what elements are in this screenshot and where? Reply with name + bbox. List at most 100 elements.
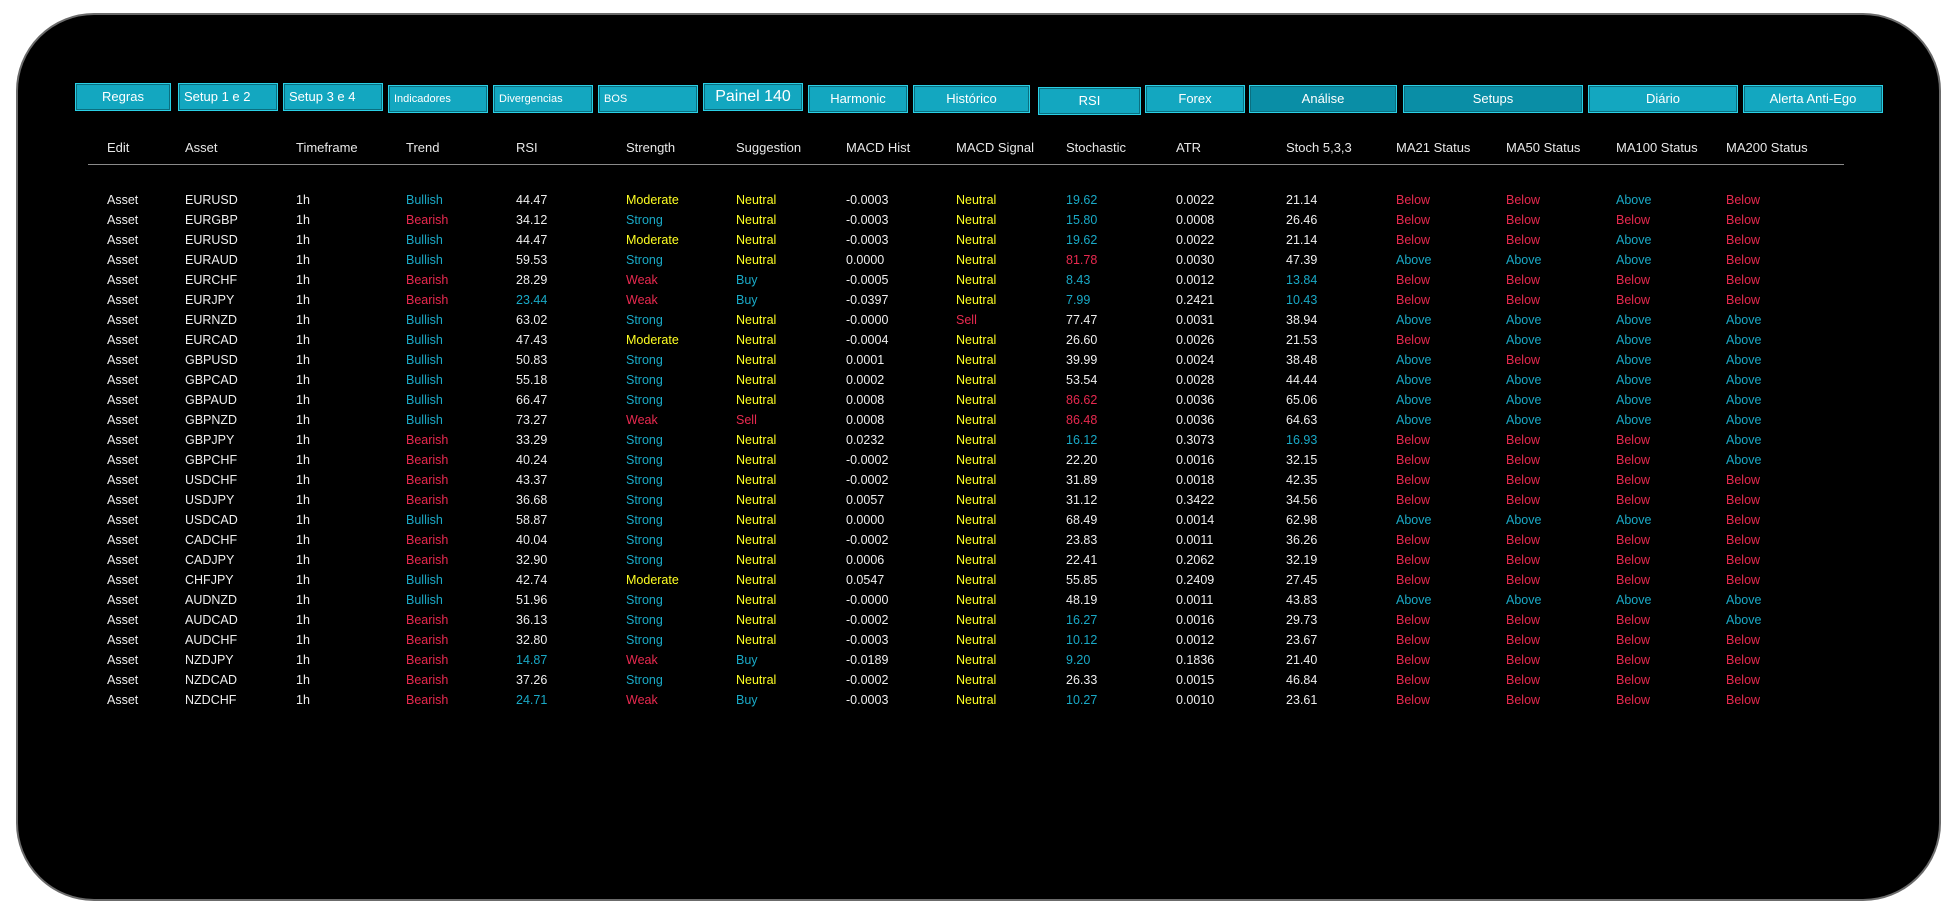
cell-edit[interactable]: Asset [107,453,138,467]
tab-historico[interactable]: Histórico [913,85,1030,113]
cell-edit[interactable]: Asset [107,693,138,707]
cell-suggestion: Neutral [736,553,777,567]
cell-edit[interactable]: Asset [107,253,138,267]
cell-ma21-status: Below [1396,273,1431,287]
cell-rsi: 23.44 [516,293,548,307]
cell-macd-signal: Neutral [956,533,997,547]
cell-stochastic: 23.83 [1066,533,1098,547]
cell-trend: Bearish [406,433,449,447]
cell-macd-signal: Neutral [956,573,997,587]
cell-edit[interactable]: Asset [107,333,138,347]
tab-alerta-anti-ego[interactable]: Alerta Anti-Ego [1743,85,1883,113]
cell-edit[interactable]: Asset [107,633,138,647]
tab-bos[interactable]: BOS [598,85,698,113]
cell-edit[interactable]: Asset [107,473,138,487]
cell-edit[interactable]: Asset [107,533,138,547]
cell-ma50-status: Above [1506,333,1542,347]
cell-edit[interactable]: Asset [107,393,138,407]
cell-edit[interactable]: Asset [107,573,138,587]
cell-macd-hist: 0.0232 [846,433,885,447]
tab-diario[interactable]: Diário [1588,85,1738,113]
cell-macd-signal: Neutral [956,213,997,227]
column-header-rsi: RSI [516,140,538,155]
tab-forex[interactable]: Forex [1145,85,1245,113]
tab-setup-3-e-4[interactable]: Setup 3 e 4 [283,83,383,111]
cell-macd-hist: 0.0002 [846,373,885,387]
cell-edit[interactable]: Asset [107,513,138,527]
cell-edit[interactable]: Asset [107,653,138,667]
cell-atr: 0.0015 [1176,673,1215,687]
cell-ma50-status: Above [1506,513,1542,527]
cell-edit[interactable]: Asset [107,493,138,507]
cell-ma21-status: Below [1396,193,1431,207]
tab-setups[interactable]: Setups [1403,85,1583,113]
cell-stoch-533: 13.84 [1286,273,1318,287]
cell-trend: Bullish [406,573,443,587]
cell-atr: 0.2062 [1176,553,1215,567]
cell-ma50-status: Above [1506,253,1542,267]
cell-edit[interactable]: Asset [107,293,138,307]
tab-divergencias[interactable]: Divergencias [493,85,593,113]
cell-timeframe: 1h [296,633,310,647]
cell-trend: Bearish [406,473,449,487]
cell-timeframe: 1h [296,253,310,267]
cell-stochastic: 8.43 [1066,273,1091,287]
cell-edit[interactable]: Asset [107,613,138,627]
tab-indicadores[interactable]: Indicadores [388,85,488,113]
cell-macd-hist: 0.0008 [846,413,885,427]
cell-edit[interactable]: Asset [107,553,138,567]
column-header-asset: Asset [185,140,218,155]
cell-atr: 0.0012 [1176,273,1215,287]
cell-ma200-status: Below [1726,533,1761,547]
cell-ma100-status: Below [1616,453,1651,467]
cell-stochastic: 31.12 [1066,493,1098,507]
cell-ma50-status: Below [1506,573,1541,587]
cell-stochastic: 39.99 [1066,353,1098,367]
cell-stoch-533: 10.43 [1286,293,1318,307]
cell-edit[interactable]: Asset [107,213,138,227]
tab-setup-1-e-2[interactable]: Setup 1 e 2 [178,83,278,111]
cell-edit[interactable]: Asset [107,433,138,447]
cell-edit[interactable]: Asset [107,353,138,367]
cell-suggestion: Neutral [736,593,777,607]
cell-ma200-status: Below [1726,293,1761,307]
cell-stoch-533: 65.06 [1286,393,1318,407]
cell-ma200-status: Above [1726,433,1762,447]
tab-painel-140[interactable]: Painel 140 [703,83,803,111]
cell-edit[interactable]: Asset [107,233,138,247]
cell-atr: 0.3422 [1176,493,1215,507]
cell-timeframe: 1h [296,333,310,347]
cell-ma21-status: Above [1396,413,1432,427]
cell-asset: USDJPY [185,493,235,507]
cell-stoch-533: 43.83 [1286,593,1318,607]
tab-analise[interactable]: Análise [1249,85,1397,113]
cell-edit[interactable]: Asset [107,273,138,287]
cell-timeframe: 1h [296,233,310,247]
cell-edit[interactable]: Asset [107,193,138,207]
cell-ma200-status: Below [1726,653,1761,667]
cell-strength: Strong [626,213,663,227]
tab-harmonic[interactable]: Harmonic [808,85,908,113]
cell-ma21-status: Below [1396,573,1431,587]
cell-trend: Bullish [406,313,443,327]
cell-asset: GBPUSD [185,353,238,367]
cell-ma200-status: Below [1726,633,1761,647]
cell-rsi: 59.53 [516,253,548,267]
cell-edit[interactable]: Asset [107,313,138,327]
cell-edit[interactable]: Asset [107,673,138,687]
cell-edit[interactable]: Asset [107,593,138,607]
cell-strength: Strong [626,553,663,567]
cell-ma50-status: Above [1506,373,1542,387]
cell-edit[interactable]: Asset [107,373,138,387]
column-header-atr: ATR [1176,140,1202,155]
cell-ma21-status: Above [1396,313,1432,327]
cell-macd-signal: Neutral [956,473,997,487]
cell-trend: Bearish [406,493,449,507]
cell-rsi: 73.27 [516,413,548,427]
cell-macd-signal: Neutral [956,333,997,347]
tab-rsi[interactable]: RSI [1038,87,1141,115]
cell-ma21-status: Below [1396,433,1431,447]
cell-asset: CADCHF [185,533,238,547]
tab-regras[interactable]: Regras [75,83,171,111]
cell-edit[interactable]: Asset [107,413,138,427]
